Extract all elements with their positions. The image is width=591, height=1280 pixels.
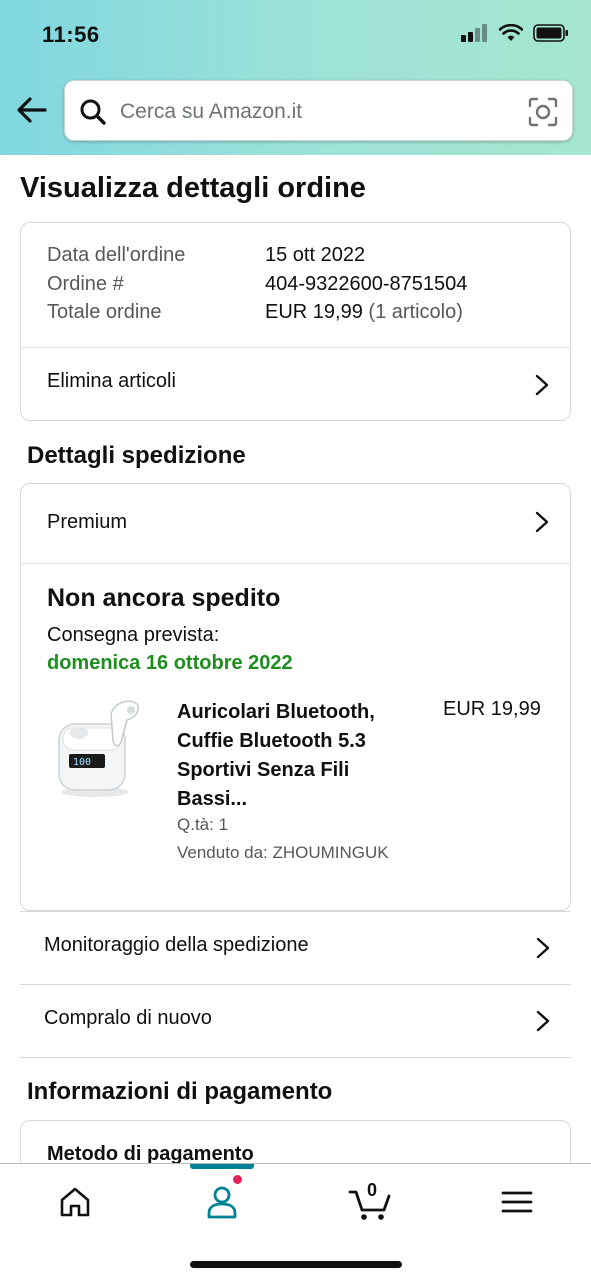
shipping-service-label: Premium (47, 511, 128, 533)
signal-icon (461, 24, 487, 42)
order-total-value-group: EUR 19,99 (1 articolo) (265, 301, 463, 324)
shipping-section-title: Dettagli spedizione (27, 442, 246, 469)
status-time: 11:56 (42, 22, 100, 47)
product-image[interactable]: 100 (51, 696, 143, 806)
cart-count: 0 (367, 1180, 378, 1200)
product-seller: Venduto da: ZHOUMINGUK (177, 843, 389, 862)
bottom-nav: 0 (0, 1163, 591, 1280)
buy-again-label: Compralo di nuovo (44, 1007, 212, 1029)
chevron-right-icon (535, 374, 549, 396)
shipment-status: Non ancora spedito (47, 584, 281, 612)
search-input[interactable]: Cerca su Amazon.it (64, 80, 573, 141)
shipment-card: Premium Non ancora spedito Consegna prev… (20, 483, 571, 911)
search-icon (80, 99, 106, 125)
home-indicator (190, 1261, 402, 1268)
track-shipment-row[interactable]: Monitoraggio della spedizione (20, 911, 571, 984)
page-title: Visualizza dettagli ordine (20, 172, 366, 204)
status-icons (461, 24, 569, 42)
order-total-label: Totale ordine (47, 301, 162, 323)
order-date-label: Data dell'ordine (47, 244, 186, 266)
active-tab-indicator (190, 1164, 254, 1169)
battery-icon (533, 24, 568, 42)
order-total-value: EUR 19,99 (265, 301, 363, 323)
delete-items-label: Elimina articoli (47, 370, 176, 392)
order-number-value: 404-9322600-8751504 (265, 273, 468, 295)
divider (21, 563, 570, 564)
product-quantity: Q.tà: 1 (177, 815, 229, 834)
divider (20, 1057, 571, 1058)
search-placeholder: Cerca su Amazon.it (120, 100, 303, 123)
track-shipment-label: Monitoraggio della spedizione (44, 934, 309, 956)
account-icon[interactable] (202, 1182, 242, 1222)
delete-items-row[interactable]: Elimina articoli (21, 348, 570, 421)
delivery-date: domenica 16 ottobre 2022 (47, 652, 293, 674)
case-display-text: 100 (73, 757, 91, 768)
chevron-right-icon (536, 1010, 550, 1032)
payment-section-title: Informazioni di pagamento (27, 1078, 333, 1105)
header-bar: 11:56 Cerca su Amazon.it (0, 0, 591, 155)
notification-dot (232, 1174, 243, 1185)
shipping-service-row[interactable]: Premium (21, 484, 570, 563)
order-date-value: 15 ott 2022 (265, 244, 366, 266)
product-title[interactable]: Auricolari Bluetooth, Cuffie Bluetooth 5… (177, 698, 407, 814)
back-arrow-icon[interactable] (14, 92, 50, 128)
product-price: EUR 19,99 (443, 698, 541, 720)
menu-icon[interactable] (497, 1182, 537, 1222)
wifi-icon (499, 24, 523, 41)
order-summary-card: Data dell'ordine 15 ott 2022 Ordine # 40… (20, 222, 571, 421)
order-number-label: Ordine # (47, 273, 124, 295)
buy-again-row[interactable]: Compralo di nuovo (20, 984, 571, 1057)
chevron-right-icon (536, 937, 550, 959)
home-icon[interactable] (55, 1182, 95, 1222)
order-total-items: (1 articolo) (368, 301, 463, 323)
camera-scan-icon[interactable] (528, 97, 558, 127)
delivery-label: Consegna prevista: (47, 624, 220, 646)
chevron-right-icon (535, 511, 549, 533)
